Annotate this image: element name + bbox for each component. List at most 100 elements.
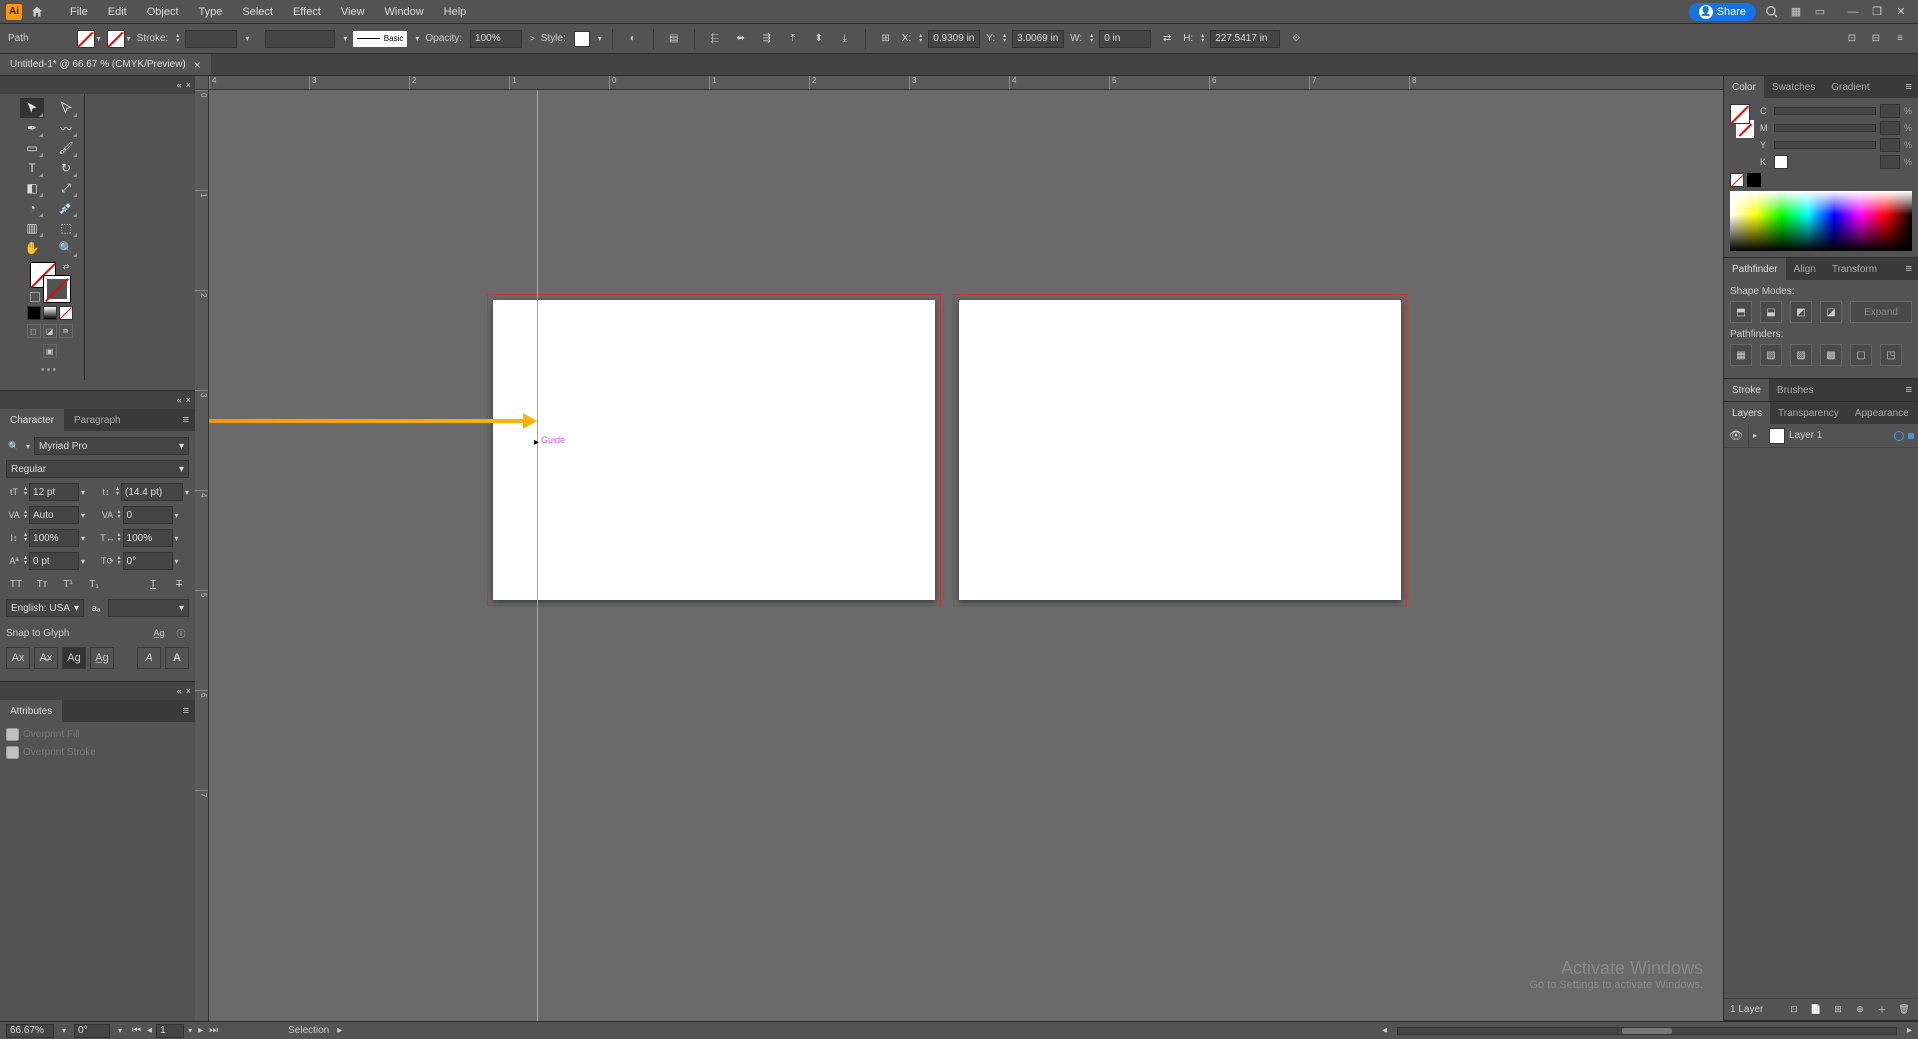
panel-menu-icon[interactable]: ≡ (1900, 384, 1918, 396)
screen-mode-icon[interactable]: ▣ (43, 344, 57, 358)
panel-collapse-icon[interactable]: « (177, 686, 182, 696)
transform-panel-icon[interactable]: ⊞ (876, 29, 896, 49)
brush-dropdown[interactable]: ▾ (415, 34, 419, 43)
subscript-button[interactable]: T₁ (84, 575, 104, 593)
underline-button[interactable]: T (143, 575, 163, 593)
stroke-weight-dropdown[interactable]: ▾ (245, 34, 249, 43)
menu-view[interactable]: View (331, 3, 375, 21)
stroke-swatch[interactable] (107, 30, 125, 48)
pen-tool[interactable]: ✒ (20, 118, 44, 138)
type-tool[interactable]: T (20, 158, 44, 178)
next-artboard-button[interactable]: ▸ (196, 1025, 205, 1036)
y-value[interactable] (1880, 138, 1900, 152)
artboard-nav-input[interactable] (156, 1024, 184, 1038)
locate-object-icon[interactable]: ⊡ (1786, 1002, 1802, 1018)
panel-menu-icon[interactable]: ≡ (1900, 81, 1918, 93)
intersect-button[interactable]: ◩ (1790, 301, 1812, 323)
c-value[interactable] (1880, 104, 1900, 118)
draw-inside-icon[interactable]: ⧈ (59, 324, 73, 338)
recolor-artwork-icon[interactable]: ◐ (623, 29, 643, 49)
menu-edit[interactable]: Edit (98, 3, 137, 21)
align-center-v-icon[interactable]: ⬍ (809, 29, 829, 49)
divide-button[interactable]: ▦ (1730, 344, 1752, 366)
minus-back-button[interactable]: ◳ (1880, 344, 1902, 366)
restore-button[interactable]: ❐ (1866, 3, 1888, 21)
scrollbar-h[interactable] (1397, 1027, 1897, 1035)
draw-behind-icon[interactable]: ◪ (43, 324, 57, 338)
fill-swatch-icon[interactable] (1730, 104, 1750, 124)
collect-icon[interactable]: 📄 (1808, 1002, 1824, 1018)
home-icon[interactable] (28, 3, 46, 21)
workspace-switcher-icon[interactable]: ▭ (1812, 4, 1828, 20)
exclude-button[interactable]: ◪ (1820, 301, 1842, 323)
variable-width-profile[interactable] (265, 30, 335, 48)
none-swatch-icon[interactable] (1730, 173, 1744, 187)
layer-expand-icon[interactable]: ▸ (1753, 431, 1765, 440)
font-search-icon[interactable]: 🔍 (6, 438, 22, 454)
smallcaps-button[interactable]: Tᴛ (32, 575, 52, 593)
hscale-stepper[interactable]: ▴▾ (118, 533, 121, 543)
leading-input[interactable] (121, 483, 183, 501)
fill-dropdown[interactable]: ▾ (97, 34, 101, 43)
tab-character[interactable]: Character (0, 409, 64, 431)
rotation-stepper[interactable]: ▴▾ (118, 556, 121, 566)
k-value[interactable] (1880, 155, 1900, 169)
layer-visibility-icon[interactable]: 👁 (1728, 428, 1744, 444)
tab-swatches[interactable]: Swatches (1764, 76, 1823, 98)
tab-pathfinder[interactable]: Pathfinder (1724, 258, 1786, 280)
font-size-stepper[interactable]: ▴▾ (24, 487, 27, 497)
w-input[interactable] (1099, 30, 1151, 48)
close-button[interactable]: ✕ (1890, 3, 1912, 21)
rectangle-tool[interactable]: ▭ (20, 138, 44, 158)
tracking-stepper[interactable]: ▴▾ (118, 510, 121, 520)
color-mode-solid[interactable] (27, 306, 41, 320)
black-swatch-icon[interactable] (1747, 173, 1761, 187)
menu-select[interactable]: Select (232, 3, 283, 21)
gradient-tool[interactable]: ▥ (20, 218, 44, 238)
prev-artboard-button[interactable]: ◂ (145, 1025, 154, 1036)
antialias-select[interactable]: ▾ (108, 599, 189, 617)
x-stepper[interactable]: ▴▾ (919, 34, 922, 44)
w-stepper[interactable]: ▴▾ (1090, 34, 1093, 44)
baseline-input[interactable] (29, 552, 79, 570)
layer-name[interactable]: Layer 1 (1789, 430, 1890, 441)
shape-options-icon[interactable]: ⟐ (1286, 29, 1306, 49)
align-left-icon[interactable]: ⬱ (705, 29, 725, 49)
tab-color[interactable]: Color (1724, 76, 1764, 98)
graphic-style-swatch[interactable] (574, 31, 590, 47)
status-menu-icon[interactable]: ▸ (337, 1025, 342, 1036)
y-stepper[interactable]: ▴▾ (1003, 34, 1006, 44)
panel-menu-icon[interactable]: ≡ (177, 705, 195, 717)
ruler-origin[interactable] (195, 76, 209, 90)
scale-tool[interactable]: ⤢ (54, 178, 78, 198)
font-size-input[interactable] (29, 483, 79, 501)
first-artboard-button[interactable]: ⏮ (130, 1025, 143, 1036)
unite-button[interactable]: ⬒ (1730, 301, 1752, 323)
align-bottom-icon[interactable]: ⤓ (835, 29, 855, 49)
menu-type[interactable]: Type (189, 3, 233, 21)
hscale-input[interactable] (123, 529, 173, 547)
new-sublayer-icon[interactable]: ⊕ (1852, 1002, 1868, 1018)
swap-fill-stroke-icon[interactable]: ⇄ (63, 262, 70, 271)
h-stepper[interactable]: ▴▾ (1201, 34, 1204, 44)
panel-menu-icon[interactable]: ≡ (177, 414, 195, 426)
h-input[interactable] (1210, 30, 1280, 48)
panel-collapse-icon[interactable]: « (177, 80, 182, 90)
strikethrough-button[interactable]: T (169, 575, 189, 593)
scroll-left-button[interactable]: ◂ (1382, 1025, 1387, 1036)
rotate-view-input[interactable] (74, 1024, 110, 1038)
font-family-select[interactable]: Myriad Pro▾ (34, 437, 189, 455)
tab-align[interactable]: Align (1786, 258, 1824, 280)
vscale-input[interactable] (29, 529, 79, 547)
tab-paragraph[interactable]: Paragraph (64, 409, 131, 431)
x-input[interactable] (928, 30, 980, 48)
artboard-1[interactable] (493, 300, 935, 600)
default-fill-stroke-icon[interactable] (30, 292, 40, 302)
fill-stroke-indicator[interactable]: ⇄ (30, 262, 70, 302)
document-tab-title[interactable]: Untitled-1* @ 66.67 % (CMYK/Preview) (10, 59, 186, 70)
align-center-h-icon[interactable]: ⬌ (731, 29, 751, 49)
menu-file[interactable]: File (60, 3, 98, 21)
glyph-ag2[interactable]: A̲g (90, 647, 114, 669)
draw-normal-icon[interactable]: ◻ (27, 324, 41, 338)
color-mode-gradient[interactable] (43, 306, 57, 320)
